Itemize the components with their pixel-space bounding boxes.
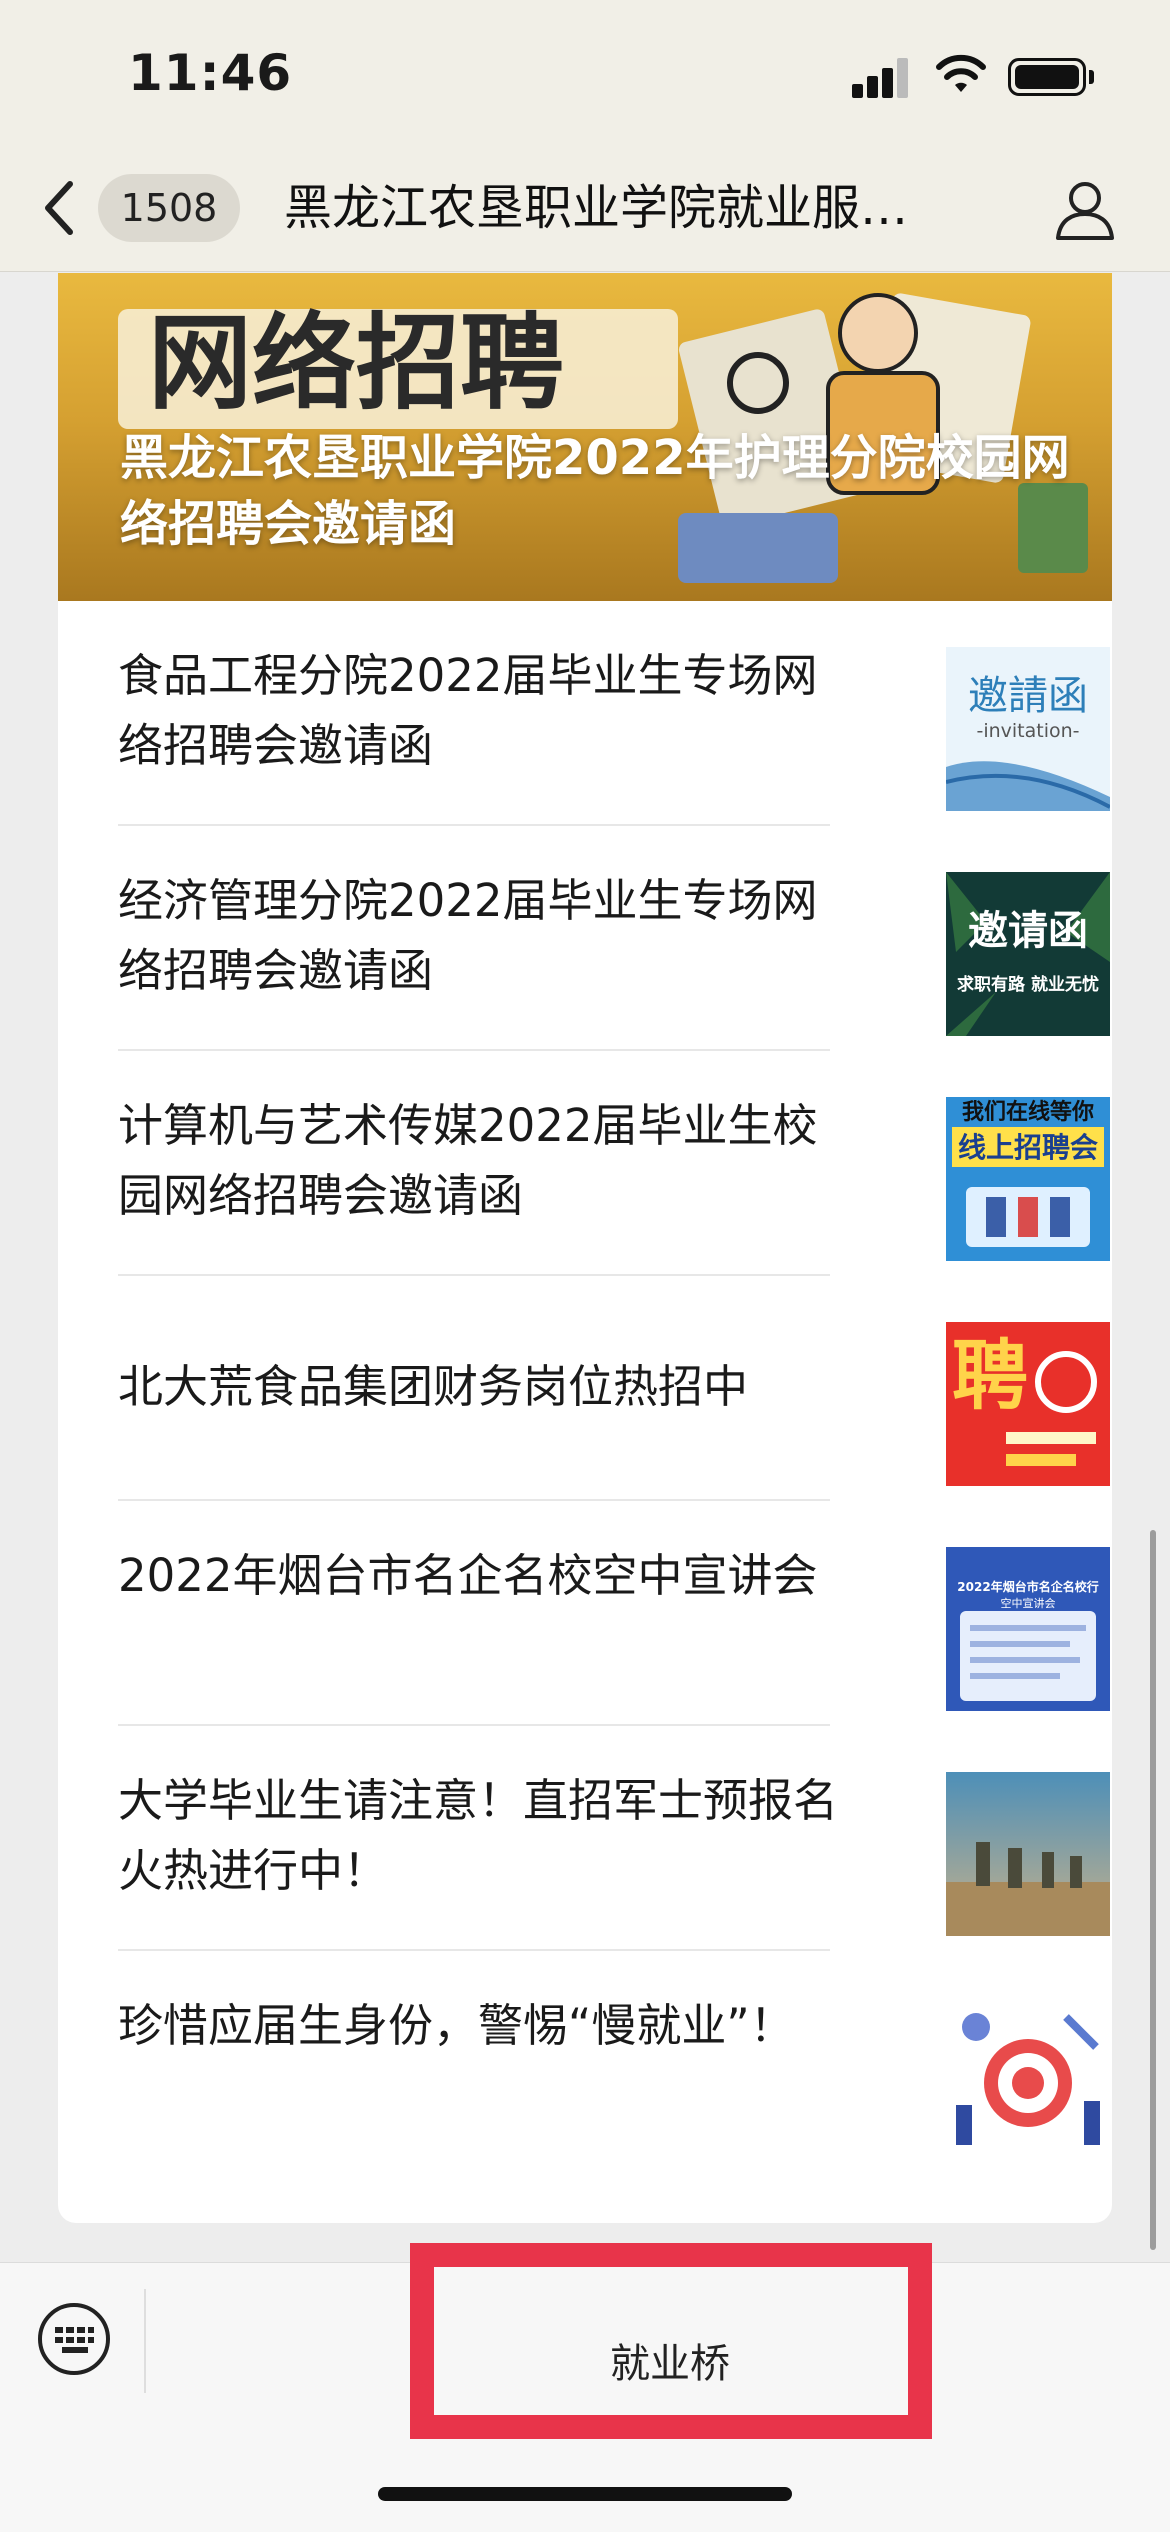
- list-item[interactable]: 北大荒食品集团财务岗位热招中 聘: [118, 1276, 1110, 1501]
- article-thumbnail: 我们在线等你 线上招聘会: [946, 1097, 1110, 1261]
- article-title: 大学毕业生请注意！直招军士预报名火热进行中！: [118, 1774, 839, 1897]
- article-thumbnail: 2022年烟台市名企名校行 空中宣讲会: [946, 1547, 1110, 1711]
- list-item[interactable]: 珍惜应届生身份，警惕“慢就业”！: [118, 1951, 1110, 2176]
- list-item[interactable]: 食品工程分院2022届毕业生专场网络招聘会邀请函 邀請函 -invitation…: [118, 601, 1110, 826]
- highlight-box: [410, 2243, 932, 2439]
- profile-icon[interactable]: [1052, 176, 1118, 242]
- list-item[interactable]: 大学毕业生请注意！直招军士预报名火热进行中！: [118, 1726, 1110, 1951]
- thumb-text: 2022年烟台市名企名校行: [957, 1579, 1098, 1594]
- home-indicator[interactable]: [378, 2487, 792, 2501]
- hero-article[interactable]: 网络招聘 黑龙江农垦职业学院2022年护理分院校园网络招聘会邀请函: [58, 273, 1112, 601]
- article-title: 食品工程分院2022届毕业生专场网络招聘会邀请函: [118, 649, 818, 772]
- list-item[interactable]: 经济管理分院2022届毕业生专场网络招聘会邀请函 邀请函 求职有路 就业无忧: [118, 826, 1110, 1051]
- keyboard-icon[interactable]: [38, 2303, 110, 2375]
- article-thumbnail: [946, 1997, 1110, 2161]
- article-title: 计算机与艺术传媒2022届毕业生校园网络招聘会邀请函: [118, 1099, 818, 1222]
- article-title: 2022年烟台市名企名校空中宣讲会: [118, 1549, 818, 1602]
- battery-icon: [1008, 58, 1086, 96]
- article-thumbnail: 聘: [946, 1322, 1110, 1486]
- article-title: 北大荒食品集团财务岗位热招中: [118, 1360, 749, 1413]
- thumb-text: 邀请函: [968, 907, 1088, 954]
- battery-tip: [1089, 70, 1094, 84]
- wifi-icon: [936, 54, 986, 92]
- article-card: 网络招聘 黑龙江农垦职业学院2022年护理分院校园网络招聘会邀请函 食品工程分院…: [58, 273, 1112, 2223]
- top-bar: 11:46 1508 黑龙江农垦职业学院就业服…: [0, 0, 1170, 272]
- list-item[interactable]: 计算机与艺术传媒2022届毕业生校园网络招聘会邀请函 我们在线等你 线上招聘会: [118, 1051, 1110, 1276]
- thumb-subtext: 线上招聘会: [958, 1131, 1098, 1164]
- article-title: 珍惜应届生身份，警惕“慢就业”！: [118, 1999, 795, 2052]
- article-thumbnail: 邀請函 -invitation-: [946, 647, 1110, 811]
- unread-count-badge[interactable]: 1508: [98, 174, 240, 242]
- scrollbar[interactable]: [1150, 1530, 1156, 2250]
- divider: [144, 2289, 146, 2393]
- thumb-text: 聘: [952, 1331, 1028, 1420]
- thumb-text: 邀請函: [968, 673, 1088, 719]
- cellular-signal-icon: [852, 58, 910, 98]
- article-thumbnail: [946, 1772, 1110, 1936]
- thumb-subtext: -invitation-: [976, 720, 1079, 742]
- thumb-text: 我们在线等你: [962, 1099, 1094, 1125]
- thumb-subtext: 空中宣讲会: [1001, 1596, 1056, 1610]
- hero-title: 黑龙江农垦职业学院2022年护理分院校园网络招聘会邀请函: [120, 430, 1070, 552]
- article-thumbnail: 邀请函 求职有路 就业无忧: [946, 872, 1110, 1036]
- list-item[interactable]: 2022年烟台市名企名校空中宣讲会 2022年烟台市名企名校行 空中宣讲会: [118, 1501, 1110, 1726]
- status-time: 11:46: [128, 44, 293, 102]
- thumb-subtext: 求职有路 就业无忧: [957, 974, 1099, 995]
- hero-image-text: 网络招聘: [148, 302, 564, 424]
- back-arrow-icon[interactable]: [40, 178, 80, 238]
- article-title: 经济管理分院2022届毕业生专场网络招聘会邀请函: [118, 874, 818, 997]
- page-title: 黑龙江农垦职业学院就业服…: [284, 180, 909, 236]
